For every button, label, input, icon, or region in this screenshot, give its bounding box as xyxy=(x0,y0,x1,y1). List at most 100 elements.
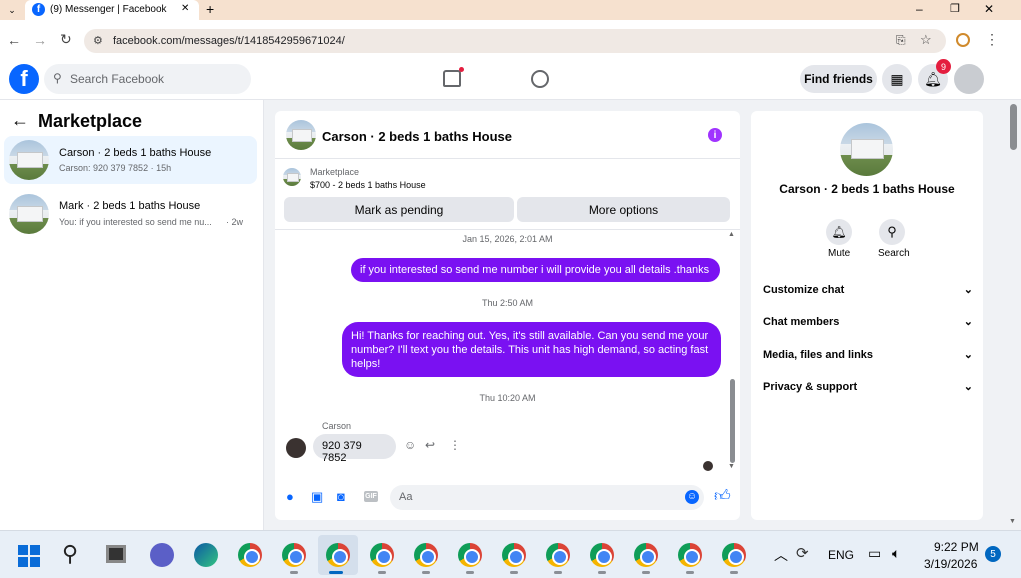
minimize-button[interactable]: – xyxy=(916,2,923,16)
page-scroll-down-icon[interactable]: ▼ xyxy=(1009,518,1016,525)
message-input-placeholder: Aa xyxy=(399,491,413,503)
chat-scrollbar-thumb[interactable] xyxy=(730,379,735,463)
mute-bell-icon[interactable]: 🔔︎ xyxy=(826,219,852,245)
chat-avatar[interactable] xyxy=(286,120,316,150)
message-timestamp: Jan 15, 2026, 2:01 AM xyxy=(462,234,553,244)
section-privacy-support[interactable]: Privacy & support ⌄ xyxy=(763,380,973,394)
language-indicator[interactable]: ENG xyxy=(828,548,854,562)
chrome-profile-icon[interactable] xyxy=(326,543,350,567)
teams-chat-icon[interactable] xyxy=(150,543,174,567)
clock-time[interactable]: 9:22 PM xyxy=(934,540,979,554)
sticker-icon[interactable]: ◙ xyxy=(337,489,345,504)
chat-title[interactable]: Carson · 2 beds 1 baths House xyxy=(322,129,512,144)
emoji-icon[interactable]: ☺ xyxy=(685,490,699,504)
reply-icon[interactable]: ↩ xyxy=(425,438,435,452)
address-bar[interactable]: ⚙ facebook.com/messages/t/14185429596710… xyxy=(84,29,946,53)
browser-menu-icon[interactable]: ⋮ xyxy=(985,31,999,48)
incoming-message[interactable]: 920 379 7852 xyxy=(313,434,396,464)
like-thumb-icon[interactable]: 👍︎ xyxy=(714,487,731,506)
task-view-icon[interactable] xyxy=(106,545,126,563)
groups-icon[interactable] xyxy=(531,70,549,88)
panel-title: Marketplace xyxy=(38,111,143,131)
listing-source: Marketplace xyxy=(310,167,360,177)
windows-taskbar: ⚲ ︿ ⟳ ENG ▭ 🔈︎ 9:22 PM 3/19/2026 5 xyxy=(0,530,1021,578)
start-windows-icon[interactable] xyxy=(18,545,40,567)
chrome-profile-icon[interactable] xyxy=(590,543,614,567)
chrome-profile-icon[interactable] xyxy=(414,543,438,567)
chevron-down-icon: ⌄ xyxy=(963,381,973,393)
message-timestamp: Thu 2:50 AM xyxy=(481,298,534,308)
account-avatar[interactable] xyxy=(954,64,984,94)
gif-button[interactable]: GIF xyxy=(364,491,378,502)
chat-header: Carson · 2 beds 1 baths House i xyxy=(275,111,740,159)
chrome-icon[interactable] xyxy=(238,543,262,567)
sync-icon[interactable]: ⟳ xyxy=(796,544,809,562)
info-icon[interactable]: i xyxy=(708,128,722,142)
chrome-profile-icon[interactable] xyxy=(722,543,746,567)
voice-clip-icon[interactable]: ● xyxy=(286,489,294,504)
clock-date[interactable]: 3/19/2026 xyxy=(924,557,977,571)
chat-panel: Carson · 2 beds 1 baths House i Marketpl… xyxy=(275,111,740,520)
chrome-profile-icon[interactable] xyxy=(678,543,702,567)
react-icon[interactable]: ☺ xyxy=(404,438,416,452)
back-icon[interactable]: ← xyxy=(7,32,21,48)
conversation-item[interactable]: Mark · 2 beds 1 baths House You: if you … xyxy=(4,190,257,238)
more-actions-icon[interactable]: ⋮ xyxy=(449,438,461,452)
sender-avatar[interactable] xyxy=(286,438,306,458)
site-info-icon[interactable]: ⚙ xyxy=(93,34,103,47)
reload-icon[interactable]: ↻ xyxy=(60,31,72,48)
listing-thumbnail[interactable] xyxy=(283,168,301,186)
outgoing-message[interactable]: Hi! Thanks for reaching out. Yes, it's s… xyxy=(342,322,721,377)
running-indicator xyxy=(466,571,474,574)
section-label: Privacy & support xyxy=(763,380,858,393)
menu-grid-icon[interactable]: ▦ xyxy=(882,64,912,94)
section-customize-chat[interactable]: Customize chat ⌄ xyxy=(763,283,973,297)
chrome-profile-icon[interactable] xyxy=(458,543,482,567)
section-media-files-links[interactable]: Media, files and links ⌄ xyxy=(763,348,973,362)
taskbar-search-icon[interactable]: ⚲ xyxy=(62,541,78,567)
tab-close-icon[interactable]: ✕ xyxy=(181,3,189,14)
home-icon[interactable] xyxy=(443,67,464,87)
page-scrollbar-thumb[interactable] xyxy=(1010,104,1017,150)
info-avatar[interactable] xyxy=(840,123,893,176)
new-tab-button[interactable]: + xyxy=(206,1,214,17)
facebook-logo-icon[interactable]: f xyxy=(9,64,39,94)
notification-center-badge[interactable]: 5 xyxy=(985,546,1001,562)
close-window-button[interactable]: ✕ xyxy=(984,2,994,16)
forward-icon[interactable]: → xyxy=(33,32,47,48)
tab-title: (9) Messenger | Facebook xyxy=(50,4,167,15)
chrome-profile-icon[interactable] xyxy=(546,543,570,567)
notification-badge: 9 xyxy=(936,59,951,74)
conversation-item[interactable]: Carson · 2 beds 1 baths House Carson: 92… xyxy=(4,136,257,184)
scroll-down-arrow-icon[interactable]: ▼ xyxy=(728,463,735,470)
search-input[interactable]: ⚲ Search Facebook xyxy=(44,64,251,94)
network-icon[interactable]: ▭ xyxy=(868,545,881,562)
install-app-icon[interactable]: ⎘ xyxy=(896,33,906,48)
active-indicator xyxy=(329,571,343,574)
search-icon[interactable]: ⚲ xyxy=(879,219,905,245)
show-hidden-icons-chevron-icon[interactable]: ︿ xyxy=(774,545,788,565)
tab-search-icon[interactable]: ⌄ xyxy=(4,3,20,17)
outgoing-message[interactable]: if you interested so send me number i wi… xyxy=(351,258,720,282)
volume-icon[interactable]: 🔈︎ xyxy=(892,545,900,562)
message-input[interactable]: Aa ☺ xyxy=(390,485,704,510)
chrome-profile-icon[interactable] xyxy=(370,543,394,567)
bookmark-star-icon[interactable]: ☆ xyxy=(920,32,932,48)
section-chat-members[interactable]: Chat members ⌄ xyxy=(763,315,973,329)
listing-info[interactable]: $700 - 2 beds 1 baths House xyxy=(310,180,426,190)
running-indicator xyxy=(510,571,518,574)
mark-as-pending-button[interactable]: Mark as pending xyxy=(284,197,514,222)
chrome-profile-icon[interactable] xyxy=(634,543,658,567)
running-indicator xyxy=(554,571,562,574)
conversation-name: Carson · 2 beds 1 baths House xyxy=(59,147,212,159)
browser-tab[interactable]: f (9) Messenger | Facebook ✕ xyxy=(25,0,199,20)
chrome-profile-icon[interactable] xyxy=(502,543,526,567)
profile-icon[interactable] xyxy=(956,33,970,47)
edge-browser-icon[interactable] xyxy=(194,543,218,567)
chrome-profile-icon[interactable] xyxy=(282,543,306,567)
back-arrow-icon[interactable]: ← xyxy=(11,110,29,131)
restore-button[interactable]: ❐ xyxy=(950,2,960,15)
more-options-button[interactable]: More options xyxy=(517,197,730,222)
attach-photo-icon[interactable]: ▣ xyxy=(311,489,323,505)
find-friends-button[interactable]: Find friends xyxy=(800,65,877,93)
